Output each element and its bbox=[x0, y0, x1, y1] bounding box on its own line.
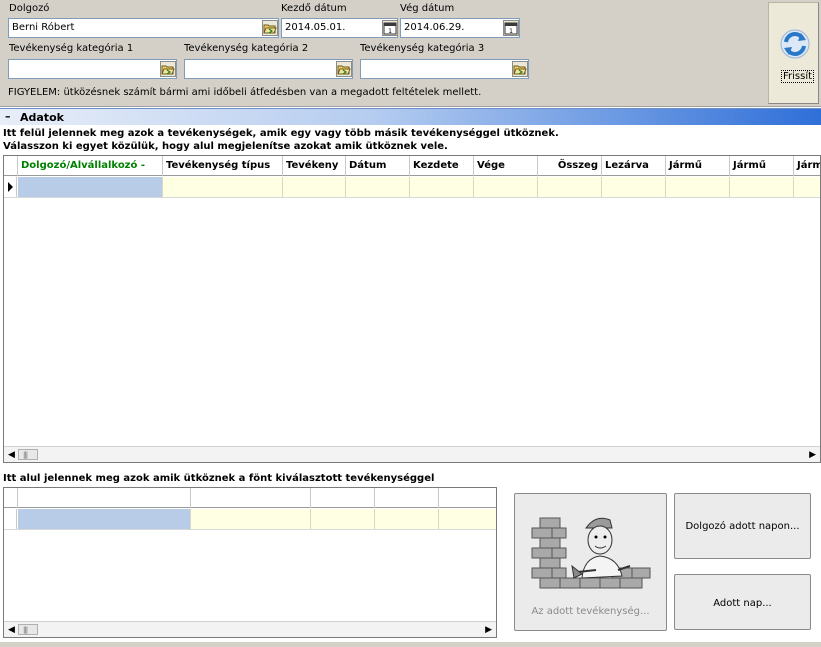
grid-header bbox=[4, 488, 496, 508]
day-button[interactable]: Adott nap... bbox=[674, 574, 811, 630]
section-header[interactable]: – Adatok bbox=[0, 108, 821, 125]
end-date-label: Vég dátum bbox=[400, 3, 455, 14]
employee-label: Dolgozó bbox=[9, 3, 50, 14]
warning-text: FIGYELEM: ütközésnek számít bármi ami id… bbox=[8, 87, 482, 98]
employee-day-button[interactable]: Dolgozó adott napon... bbox=[674, 493, 811, 559]
table-cell[interactable] bbox=[439, 509, 496, 529]
table-cell[interactable] bbox=[666, 177, 730, 197]
table-cell[interactable] bbox=[18, 509, 191, 529]
table-cell[interactable] bbox=[191, 509, 311, 529]
scroll-left-icon[interactable]: ◀ bbox=[8, 625, 15, 635]
column-header[interactable]: Dátum bbox=[346, 156, 410, 176]
status-bar bbox=[0, 641, 821, 647]
end-date-field[interactable]: 2014.06.29. 1 bbox=[400, 18, 520, 38]
collapse-icon[interactable]: – bbox=[5, 110, 11, 123]
filter-panel: Dolgozó Berni Róbert Kezdő dátum 2014.05… bbox=[0, 0, 821, 107]
column-header[interactable] bbox=[191, 488, 311, 508]
column-header[interactable]: Járm bbox=[794, 156, 820, 176]
table-cell[interactable] bbox=[474, 177, 538, 197]
scroll-thumb[interactable] bbox=[18, 624, 38, 635]
table-cell[interactable] bbox=[730, 177, 794, 197]
table-cell[interactable] bbox=[602, 177, 666, 197]
column-header[interactable] bbox=[439, 488, 496, 508]
selector-header bbox=[4, 488, 18, 508]
table-cell[interactable] bbox=[18, 177, 163, 197]
column-header[interactable]: Kezdete bbox=[410, 156, 474, 176]
table-row[interactable] bbox=[4, 177, 820, 198]
table-cell[interactable] bbox=[346, 177, 410, 197]
activity-button[interactable]: Az adott tevékenység... bbox=[514, 493, 667, 631]
category1-label: Tevékenység kategória 1 bbox=[9, 43, 134, 54]
column-header[interactable]: Tevékenység típus bbox=[163, 156, 283, 176]
column-header[interactable]: Jármű bbox=[666, 156, 730, 176]
table-cell[interactable] bbox=[311, 509, 375, 529]
refresh-label: Frissít bbox=[781, 70, 815, 83]
refresh-icon bbox=[778, 27, 812, 64]
column-header[interactable]: Dolgozó/Alvállalkozó - bbox=[18, 156, 163, 176]
column-header[interactable]: Lezárva bbox=[602, 156, 666, 176]
table-row[interactable] bbox=[4, 509, 496, 530]
grip-icon: ||| bbox=[23, 451, 28, 459]
calendar-icon[interactable]: 1 bbox=[382, 20, 398, 36]
start-date-field[interactable]: 2014.05.01. 1 bbox=[281, 18, 398, 38]
employee-field[interactable]: Berni Róbert bbox=[8, 18, 279, 38]
svg-text:1: 1 bbox=[509, 28, 513, 35]
start-date-value: 2014.05.01. bbox=[285, 22, 346, 33]
horizontal-scrollbar[interactable]: ◀ ||| ▶ bbox=[4, 621, 496, 637]
category3-label: Tevékenység kategória 3 bbox=[360, 43, 485, 54]
employee-value: Berni Róbert bbox=[12, 22, 75, 33]
conflicting-activities-grid[interactable]: Dolgozó/Alvállalkozó - Tevékenység típus… bbox=[3, 155, 821, 463]
table-cell[interactable] bbox=[163, 177, 283, 197]
scroll-left-icon[interactable]: ◀ bbox=[8, 450, 15, 460]
table-cell[interactable] bbox=[375, 509, 439, 529]
top-info-line2: Válasszon ki egyet közülük, hogy alul me… bbox=[3, 141, 448, 152]
category2-field[interactable] bbox=[184, 59, 353, 79]
section-title: Adatok bbox=[20, 111, 64, 124]
column-header[interactable]: Összeg bbox=[538, 156, 602, 176]
grip-icon: ||| bbox=[23, 626, 28, 634]
scroll-right-icon[interactable]: ▶ bbox=[809, 450, 816, 460]
lookup-folder-icon[interactable] bbox=[160, 61, 176, 77]
table-cell[interactable] bbox=[538, 177, 602, 197]
end-date-value: 2014.06.29. bbox=[404, 22, 465, 33]
grid-header: Dolgozó/Alvállalkozó - Tevékenység típus… bbox=[4, 156, 820, 176]
refresh-button[interactable]: Frissít bbox=[768, 2, 819, 104]
table-cell[interactable] bbox=[410, 177, 474, 197]
overlapping-activities-grid[interactable]: ◀ ||| ▶ bbox=[3, 487, 497, 638]
category3-field[interactable] bbox=[360, 59, 529, 79]
column-header[interactable] bbox=[311, 488, 375, 508]
activity-button-label: Az adott tevékenység... bbox=[531, 606, 650, 617]
table-cell[interactable] bbox=[794, 177, 820, 197]
column-header[interactable]: Jármű bbox=[730, 156, 794, 176]
bricklayer-illustration bbox=[515, 500, 666, 603]
horizontal-scrollbar[interactable]: ◀ ||| ▶ bbox=[4, 446, 820, 462]
row-indicator[interactable] bbox=[4, 509, 17, 529]
lookup-folder-icon[interactable] bbox=[262, 20, 278, 36]
column-header[interactable]: Vége bbox=[474, 156, 538, 176]
selector-header bbox=[4, 156, 18, 176]
svg-text:1: 1 bbox=[388, 28, 392, 35]
category2-label: Tevékenység kategória 2 bbox=[184, 43, 309, 54]
calendar-icon[interactable]: 1 bbox=[503, 20, 519, 36]
lookup-folder-icon[interactable] bbox=[336, 61, 352, 77]
bottom-info: Itt alul jelennek meg azok amik ütköznek… bbox=[3, 473, 435, 484]
row-indicator[interactable] bbox=[4, 177, 17, 197]
day-button-label: Adott nap... bbox=[713, 598, 772, 609]
start-date-label: Kezdő dátum bbox=[281, 3, 347, 14]
lookup-folder-icon[interactable] bbox=[512, 61, 528, 77]
column-header[interactable] bbox=[18, 488, 191, 508]
scroll-thumb[interactable] bbox=[18, 449, 38, 460]
top-info-line1: Itt felül jelennek meg azok a tevékenysé… bbox=[3, 128, 559, 139]
scroll-right-icon[interactable]: ▶ bbox=[485, 625, 492, 635]
table-cell[interactable] bbox=[283, 177, 346, 197]
employee-day-button-label: Dolgozó adott napon... bbox=[685, 521, 800, 532]
column-header[interactable]: Tevékeny bbox=[283, 156, 346, 176]
column-header[interactable] bbox=[375, 488, 439, 508]
category1-field[interactable] bbox=[8, 59, 177, 79]
